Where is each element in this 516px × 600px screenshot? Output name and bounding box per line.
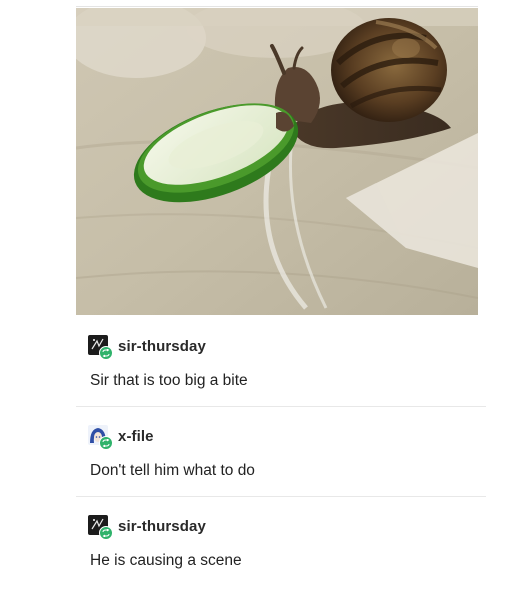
reblog-icon	[99, 436, 113, 450]
top-border	[76, 0, 478, 7]
reblog-icon	[99, 346, 113, 360]
username[interactable]: sir-thursday	[118, 518, 206, 535]
username[interactable]: x-file	[118, 428, 154, 445]
divider	[76, 406, 486, 407]
avatar[interactable]	[88, 515, 113, 540]
post-text: He is causing a scene	[90, 552, 242, 569]
reblog-icon	[99, 526, 113, 540]
avatar[interactable]	[88, 335, 113, 360]
post-header: sir-thursday	[76, 334, 478, 360]
post-text: Don't tell him what to do	[90, 462, 255, 479]
avatar[interactable]	[88, 425, 113, 450]
reblog-post: x-file Don't tell him what to do	[76, 424, 478, 480]
snail-eating-cucumber-photo	[76, 8, 478, 315]
post-text: Sir that is too big a bite	[90, 372, 248, 389]
reblog-post: sir-thursday Sir that is too big a bite	[76, 334, 478, 390]
username[interactable]: sir-thursday	[118, 338, 206, 355]
post-header: x-file	[76, 424, 478, 450]
post-header: sir-thursday	[76, 514, 478, 540]
divider	[76, 496, 486, 497]
reblog-post: sir-thursday He is causing a scene	[76, 514, 478, 570]
